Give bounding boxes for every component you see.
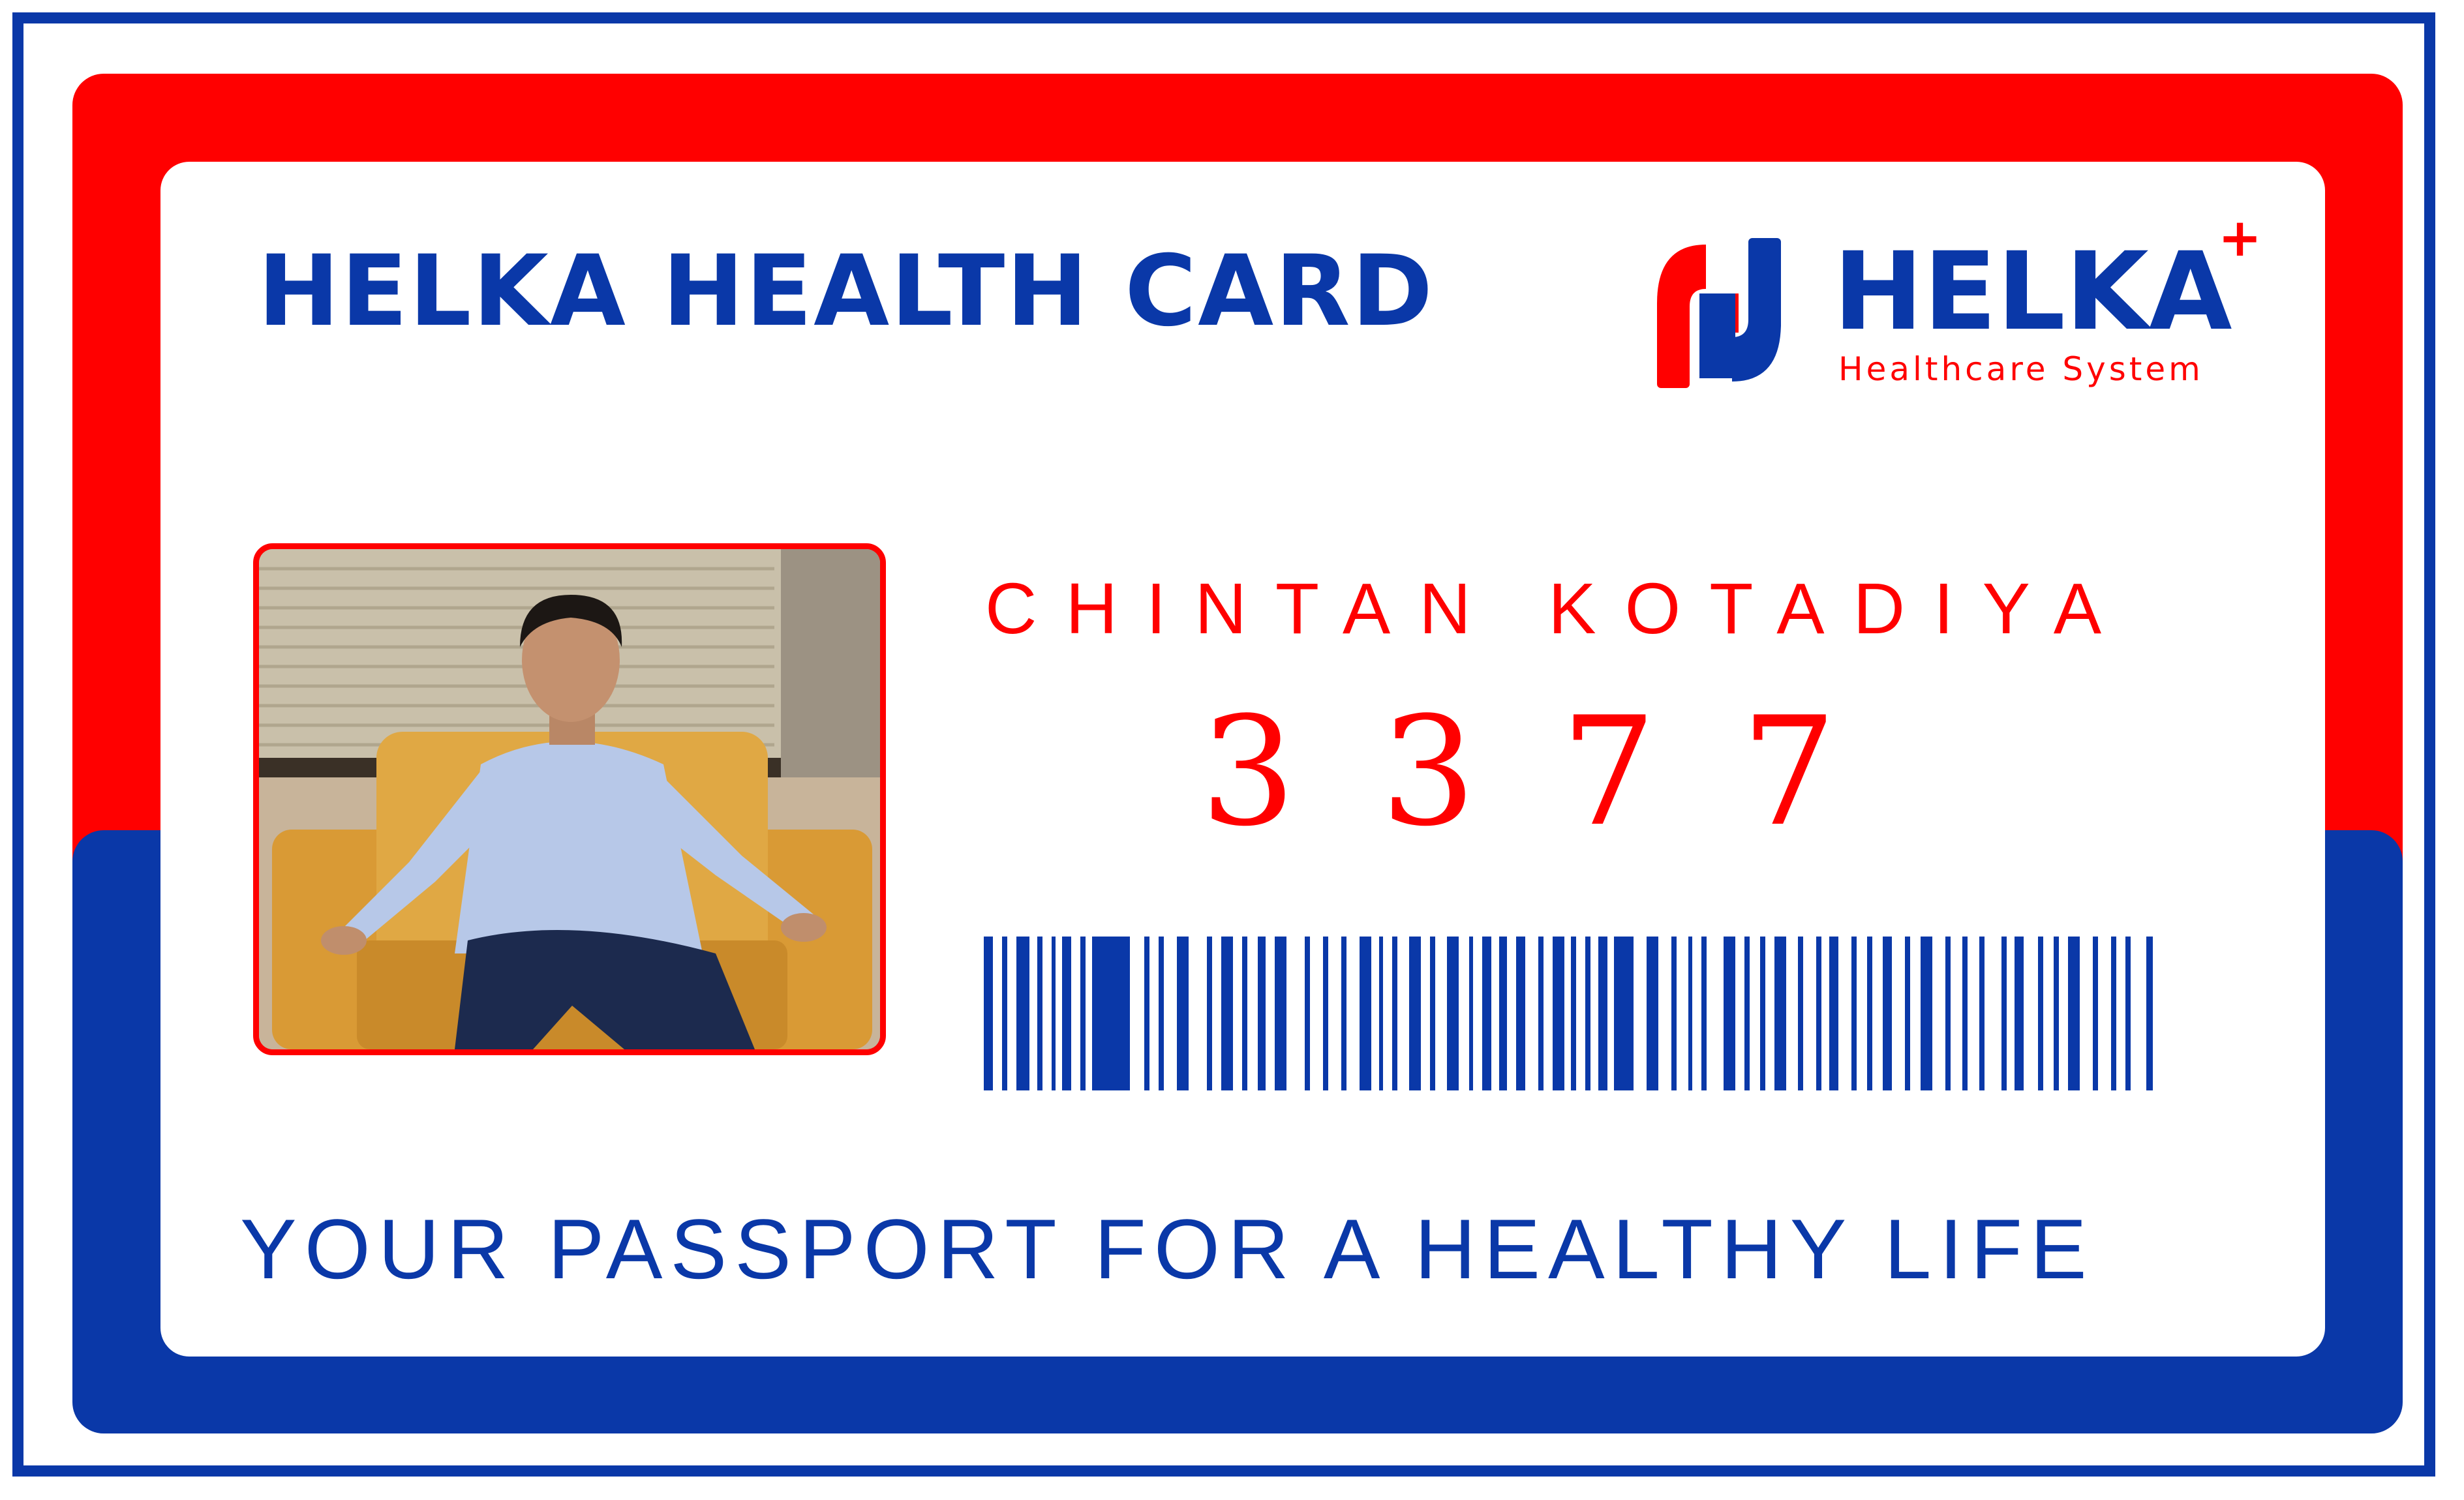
- barcode: [984, 937, 2153, 1090]
- member-number: 3377: [1200, 685, 1922, 860]
- helka-logo-mark-icon: [1657, 238, 1781, 388]
- card-motto: YOUR PASSPORT FOR A HEALTHY LIFE: [240, 1201, 2095, 1297]
- plus-icon: +: [2218, 207, 2262, 268]
- member-portrait-image: [259, 549, 880, 1049]
- member-photo: [253, 543, 886, 1055]
- member-name: CHINTAN KOTADIYA: [985, 569, 2131, 649]
- helka-logo: HELKA + Healthcare System: [1650, 212, 2262, 408]
- logo-tagline: Healthcare System: [1838, 350, 2204, 388]
- logo-wordmark: HELKA: [1833, 229, 2232, 354]
- card-title: HELKA HEALTH CARD: [258, 235, 1435, 348]
